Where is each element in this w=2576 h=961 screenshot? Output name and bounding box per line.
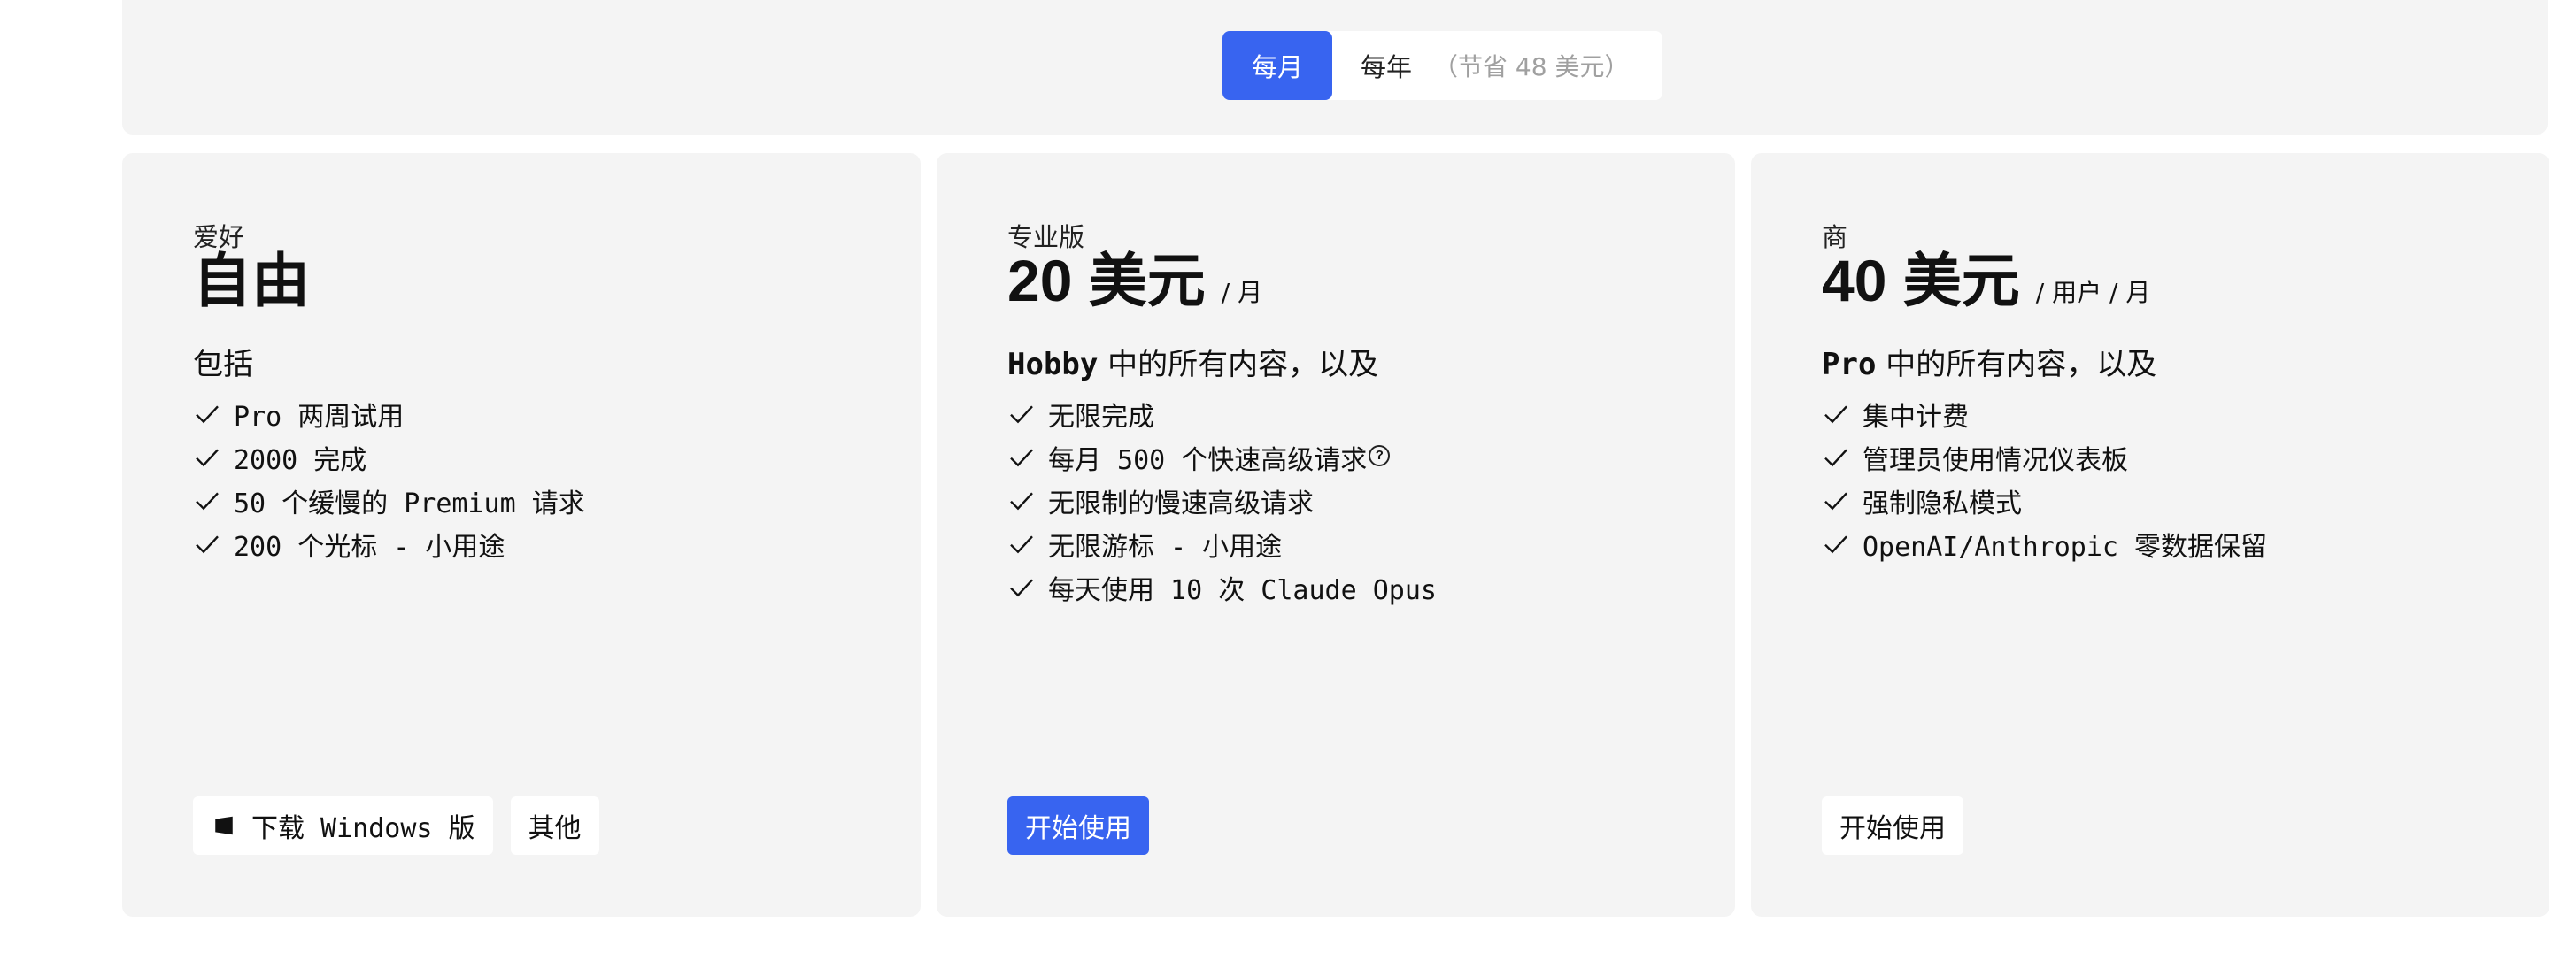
feature-item: 管理员使用情况仪表板 [1822, 435, 2267, 479]
check-icon [1824, 535, 1847, 553]
price: 40 美元 [1822, 248, 2020, 313]
feature-item: 50 个缓慢的 Premium 请求 [193, 479, 585, 522]
feature-item: 200 个光标 - 小用途 [193, 522, 585, 565]
feature-text: 管理员使用情况仪表板 [1863, 444, 2128, 476]
check-icon [1824, 449, 1847, 466]
get-started-label: 开始使用 [1839, 813, 1946, 844]
windows-icon [215, 816, 233, 835]
feature-item: 集中计费 [1822, 392, 2267, 435]
help-icon[interactable]: ? [1369, 444, 1391, 466]
get-started-button[interactable]: 开始使用 [1007, 796, 1149, 855]
includes-heading: Hobby 中的所有内容，以及 [1007, 340, 1378, 383]
feature-text: 50 个缓慢的 Premium 请求 [234, 488, 585, 519]
feature-text: Pro 两周试用 [234, 401, 405, 433]
feature-list: 集中计费 管理员使用情况仪表板 强制隐私模式 OpenAI/Anthropic … [1822, 392, 2267, 565]
check-icon [196, 492, 219, 510]
billing-toggle-bar: 每月 每年 （节省 48 美元） [122, 0, 2548, 135]
yearly-savings-note: （节省 48 美元） [1433, 52, 1630, 81]
feature-list: 无限完成 每月 500 个快速高级请求 ? 无限制的慢速高级请求 无限游标 - … [1007, 392, 1437, 609]
feature-item: 无限游标 - 小用途 [1007, 522, 1437, 565]
toggle-monthly[interactable]: 每月 [1222, 31, 1332, 100]
check-icon [1824, 492, 1847, 510]
feature-text: 每天使用 10 次 Claude Opus [1048, 574, 1437, 606]
feature-item: 无限制的慢速高级请求 [1007, 479, 1437, 522]
price: 自由 [193, 248, 310, 313]
feature-text: 2000 完成 [234, 444, 367, 476]
price: 20 美元 [1007, 248, 1206, 313]
includes-plan-name: Pro [1822, 347, 1877, 382]
feature-item: 强制隐私模式 [1822, 479, 2267, 522]
feature-text: 无限完成 [1048, 401, 1154, 433]
billing-period: / 用户 / 月 [2035, 278, 2151, 307]
card-actions: 开始使用 [1007, 796, 1149, 855]
download-windows-button[interactable]: 下载 Windows 版 [193, 796, 493, 855]
feature-item: OpenAI/Anthropic 零数据保留 [1822, 522, 2267, 565]
billing-toggle: 每月 每年 （节省 48 美元） [1222, 31, 1663, 100]
check-icon [1010, 535, 1033, 553]
includes-heading: 包括 [193, 347, 253, 382]
includes-plan-name: Hobby [1007, 347, 1099, 382]
feature-text: 强制隐私模式 [1863, 488, 2022, 519]
feature-item: 无限完成 [1007, 392, 1437, 435]
feature-item: Pro 两周试用 [193, 392, 585, 435]
card-actions: 下载 Windows 版 其他 [193, 796, 599, 855]
feature-item: 每月 500 个快速高级请求 ? [1007, 435, 1437, 479]
check-icon [1010, 492, 1033, 510]
feature-text: 200 个光标 - 小用途 [234, 531, 505, 563]
check-icon [196, 405, 219, 423]
feature-text: 每月 500 个快速高级请求 [1048, 444, 1368, 476]
card-actions: 开始使用 [1822, 796, 1963, 855]
check-icon [1824, 405, 1847, 423]
check-icon [196, 449, 219, 466]
feature-text: OpenAI/Anthropic 零数据保留 [1863, 531, 2268, 563]
feature-text: 无限游标 - 小用途 [1048, 531, 1283, 563]
check-icon [1010, 579, 1033, 596]
plan-card-business: 商 40 美元 / 用户 / 月 Pro 中的所有内容，以及 集中计费 管理员使… [1751, 153, 2549, 917]
feature-text: 无限制的慢速高级请求 [1048, 488, 1314, 519]
toggle-monthly-label: 每月 [1251, 52, 1303, 82]
price-row: 40 美元 / 用户 / 月 [1822, 249, 2150, 313]
includes-text: 中的所有内容，以及 [1107, 347, 1379, 382]
billing-period: / 月 [1221, 278, 1263, 307]
other-downloads-label: 其他 [528, 813, 582, 844]
price-row: 20 美元 / 月 [1007, 249, 1262, 313]
price-row: 自由 [193, 249, 310, 313]
feature-text: 集中计费 [1863, 401, 1969, 433]
feature-item: 2000 完成 [193, 435, 585, 479]
other-downloads-button[interactable]: 其他 [510, 796, 599, 855]
feature-item: 每天使用 10 次 Claude Opus [1007, 565, 1437, 609]
toggle-yearly[interactable]: 每年 （节省 48 美元） [1332, 31, 1662, 100]
check-icon [1010, 449, 1033, 466]
download-windows-label: 下载 Windows 版 [251, 813, 475, 844]
check-icon [1010, 405, 1033, 423]
includes-text: 中的所有内容，以及 [1886, 347, 2157, 382]
get-started-label: 开始使用 [1025, 813, 1131, 844]
includes-heading: Pro 中的所有内容，以及 [1822, 340, 2156, 383]
plan-card-hobby: 爱好 自由 包括 Pro 两周试用 2000 完成 50 个缓慢的 Premiu… [122, 153, 921, 917]
get-started-button[interactable]: 开始使用 [1822, 796, 1963, 855]
toggle-yearly-label: 每年 [1361, 52, 1413, 82]
plan-card-pro: 专业版 20 美元 / 月 Hobby 中的所有内容，以及 无限完成 每月 50… [937, 153, 1735, 917]
feature-list: Pro 两周试用 2000 完成 50 个缓慢的 Premium 请求 200 … [193, 392, 585, 565]
check-icon [196, 535, 219, 553]
